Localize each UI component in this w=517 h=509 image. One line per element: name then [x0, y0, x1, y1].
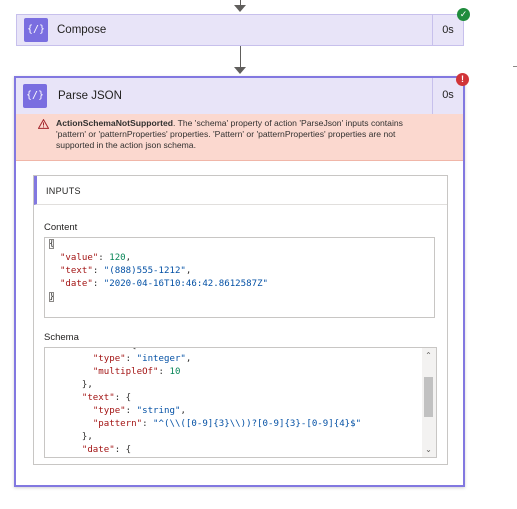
compose-title: Compose [57, 24, 107, 36]
expression-braces-icon: {/} [23, 84, 47, 108]
connector-line [240, 46, 241, 68]
error-code: ActionSchemaNotSupported [56, 118, 173, 128]
parse-json-title: Parse JSON [58, 90, 122, 102]
schema-label: Schema [44, 332, 79, 343]
error-message-line2: 'pattern' or 'patternProperties' propert… [56, 129, 396, 139]
error-message-line3: supported in the action json schema. [56, 140, 196, 150]
warning-icon [38, 119, 49, 129]
inputs-panel: INPUTS Content { "value": 120, "text": "… [33, 175, 448, 465]
chevron-up-icon[interactable]: ⌃ [424, 351, 433, 360]
close-brace: } [49, 292, 55, 302]
inputs-header[interactable]: INPUTS [34, 176, 447, 205]
schema-code-box[interactable]: "value": { "type": "integer", "multipleO… [44, 347, 437, 458]
connector-arrow-icon [234, 67, 246, 74]
open-brace: { [49, 239, 55, 249]
parse-json-header[interactable]: {/} Parse JSON 0s [16, 78, 463, 115]
content-code-box[interactable]: { "value": 120, "text": "(888)555-1212",… [44, 237, 435, 318]
error-message: ActionSchemaNotSupported. The 'schema' p… [56, 118, 451, 151]
compose-action-card[interactable]: {/} Compose 0s [16, 14, 464, 46]
compose-duration: 0s [432, 15, 463, 45]
error-message-line1: . The 'schema' property of action 'Parse… [172, 118, 403, 128]
expression-braces-icon: {/} [24, 18, 48, 42]
success-check-icon: ✓ [457, 8, 470, 21]
canvas-edge-mark [513, 66, 517, 67]
connector-top-arrow-icon [234, 5, 246, 12]
inputs-header-label: INPUTS [46, 186, 81, 196]
chevron-down-icon[interactable]: ⌄ [424, 445, 433, 454]
content-label: Content [44, 222, 78, 233]
error-exclamation-icon: ! [456, 73, 469, 86]
schema-scrollbar-thumb[interactable] [424, 377, 433, 417]
parse-json-action-card: {/} Parse JSON 0s ActionSchemaNotSupport… [14, 76, 465, 487]
